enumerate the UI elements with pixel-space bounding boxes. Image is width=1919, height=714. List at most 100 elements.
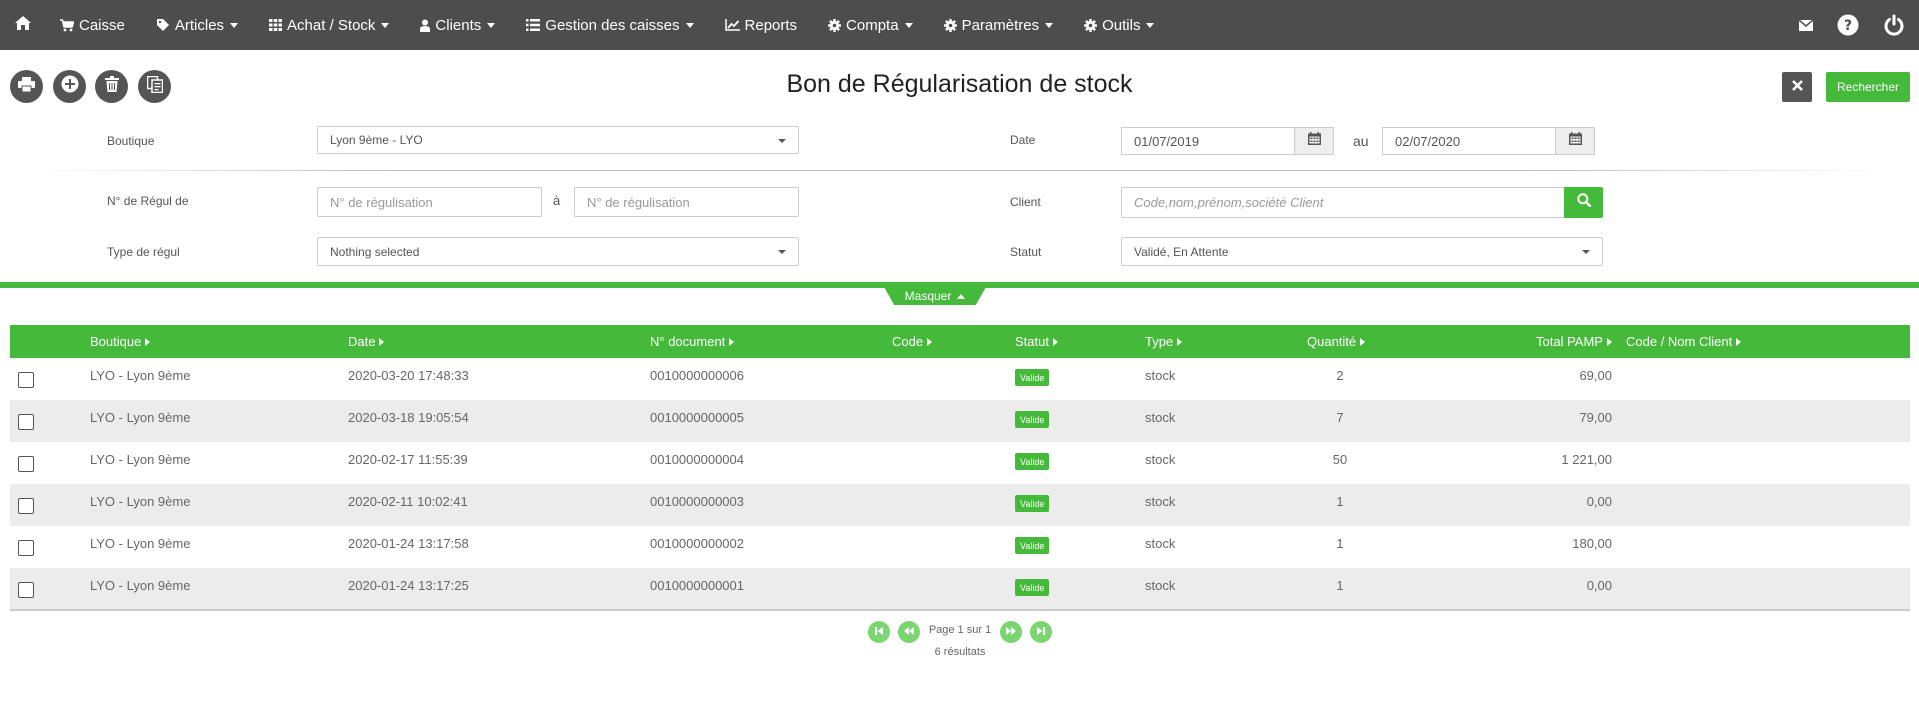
caret-down-icon [685, 22, 694, 28]
caret-down-icon [1045, 22, 1054, 28]
header-quantite[interactable]: Quantité [1307, 325, 1366, 358]
statut-select[interactable]: Validé, En Attente [1121, 237, 1603, 266]
cell-total: 69,00 [1579, 368, 1612, 383]
nav-item-compta[interactable]: Compta [828, 17, 913, 34]
cell-type: stock [1145, 536, 1176, 551]
row-checkbox[interactable] [18, 456, 34, 472]
first-page-button[interactable] [868, 621, 890, 643]
header-type[interactable]: Type [1145, 325, 1183, 358]
table-row[interactable]: LYO - Lyon 9ème 2020-01-24 13:17:58 001000… [10, 526, 1910, 568]
caret-down-icon [778, 250, 786, 254]
header-statut[interactable]: Statut [1015, 325, 1058, 358]
nav-item-caisse[interactable]: Caisse [60, 17, 125, 34]
cell-boutique: LYO - Lyon 9ème [90, 536, 191, 551]
last-page-button[interactable] [1030, 621, 1052, 643]
boutique-select[interactable]: Lyon 9ème - LYO [317, 126, 799, 154]
statut-label: Statut [1010, 245, 1042, 259]
calendar-icon [1307, 132, 1321, 150]
toggle-filters-button[interactable]: Masquer [884, 287, 986, 305]
status-badge: Valide [1015, 579, 1050, 596]
nav-right-icons: ? [1775, 0, 1905, 50]
status-badge: Valide [1015, 495, 1050, 512]
row-checkbox[interactable] [18, 540, 34, 556]
page-title: Bon de Régularisation de stock [786, 70, 1133, 98]
row-checkbox[interactable] [18, 582, 34, 598]
nav-item-reports[interactable]: Reports [724, 17, 797, 34]
close-button[interactable] [1782, 72, 1812, 102]
cell-total: 79,00 [1579, 410, 1612, 425]
cell-boutique: LYO - Lyon 9ème [90, 494, 191, 509]
sort-icon [729, 337, 735, 346]
nav-item-achat-stock[interactable]: Achat / Stock [269, 16, 390, 34]
caret-down-icon [230, 22, 239, 28]
cell-boutique: LYO - Lyon 9ème [90, 410, 191, 425]
cell-date: 2020-01-24 13:17:25 [348, 578, 469, 593]
date-to-input[interactable]: 02/07/2020 [1382, 127, 1556, 155]
header-document[interactable]: N° document [650, 325, 735, 358]
cell-date: 2020-02-11 10:02:41 [348, 494, 468, 509]
regul-label: N° de Régul de [107, 194, 189, 208]
sort-icon [1736, 337, 1742, 346]
first-page-icon [874, 623, 884, 641]
status-badge: Valide [1015, 537, 1050, 554]
caret-up-icon [957, 293, 966, 299]
client-search-button[interactable] [1564, 187, 1603, 218]
boutique-label: Boutique [107, 134, 155, 148]
sort-icon [145, 337, 151, 346]
row-checkbox[interactable] [18, 498, 34, 514]
header-date[interactable]: Date [348, 325, 385, 358]
sort-icon [1052, 337, 1058, 346]
table-row[interactable]: LYO - Lyon 9ème 2020-03-18 19:05:54 001000… [10, 400, 1910, 442]
caret-down-icon [381, 22, 390, 28]
header-total[interactable]: Total PAMP [1536, 325, 1612, 358]
cell-date: 2020-02-17 11:55:39 [348, 452, 468, 467]
table-row[interactable]: LYO - Lyon 9ème 2020-01-24 13:17:25 001000… [10, 568, 1910, 610]
table-row[interactable]: LYO - Lyon 9ème 2020-02-17 11:55:39 001000… [10, 442, 1910, 484]
client-search-input[interactable]: Code,nom,prénom,société Client [1121, 187, 1565, 218]
home-icon[interactable] [14, 15, 32, 33]
nav-item-label: Gestion des caisses [545, 16, 680, 34]
nav-item-label: Outils [1102, 16, 1141, 34]
search-button[interactable]: Rechercher [1826, 72, 1910, 102]
table-row[interactable]: LYO - Lyon 9ème 2020-02-11 10:02:41 001000… [10, 484, 1910, 526]
table-row[interactable]: LYO - Lyon 9ème 2020-03-20 17:48:33 001000… [10, 358, 1910, 400]
nav-item-articles[interactable]: Articles [156, 17, 239, 34]
cell-document: 0010000000001 [650, 578, 744, 593]
nav-item-label: Achat / Stock [287, 16, 376, 34]
row-checkbox[interactable] [18, 414, 34, 430]
statut-value: Validé, En Attente [1134, 244, 1229, 259]
forward-icon [1005, 623, 1017, 641]
nav-item-param-tres[interactable]: Paramètres [943, 17, 1054, 34]
cell-date: 2020-01-24 13:17:58 [348, 536, 469, 551]
gear-icon [828, 18, 846, 32]
cell-quantite: 7 [1336, 410, 1344, 425]
list-icon [526, 19, 545, 31]
cell-total: 0,00 [1586, 494, 1612, 509]
date-from-input[interactable]: 01/07/2019 [1121, 127, 1295, 155]
boutique-value: Lyon 9ème - LYO [330, 133, 423, 147]
header-client[interactable]: Code / Nom Client [1626, 325, 1742, 358]
next-page-button[interactable] [1000, 621, 1022, 643]
nav-item-outils[interactable]: Outils [1084, 16, 1155, 34]
nav-item-gestion-des-caisses[interactable]: Gestion des caisses [526, 16, 694, 34]
cell-type: stock [1145, 452, 1176, 467]
row-checkbox[interactable] [18, 372, 34, 388]
regul-from-input[interactable]: N° de régulisation [317, 187, 542, 217]
type-select[interactable]: Nothing selected [317, 237, 799, 266]
date-to-label: au [1353, 133, 1369, 149]
nav-item-clients[interactable]: Clients [420, 17, 496, 34]
cell-boutique: LYO - Lyon 9ème [90, 368, 191, 383]
regul-to-input[interactable]: N° de régulisation [574, 187, 799, 217]
status-badge: Valide [1015, 411, 1050, 428]
header-code[interactable]: Code [892, 325, 933, 358]
date-from-calendar-button[interactable] [1294, 127, 1334, 155]
top-navbar: Caisse Articles Achat / Stock Clients Gestio… [0, 0, 1919, 50]
caret-down-icon [487, 22, 496, 28]
close-icon [1791, 78, 1803, 96]
help-icon[interactable]: ? [1837, 14, 1859, 36]
envelope-icon[interactable] [1799, 19, 1813, 31]
date-to-calendar-button[interactable] [1555, 127, 1595, 155]
power-icon[interactable] [1883, 14, 1905, 36]
nav-item-label: Compta [846, 16, 899, 34]
header-boutique[interactable]: Boutique [90, 325, 151, 358]
